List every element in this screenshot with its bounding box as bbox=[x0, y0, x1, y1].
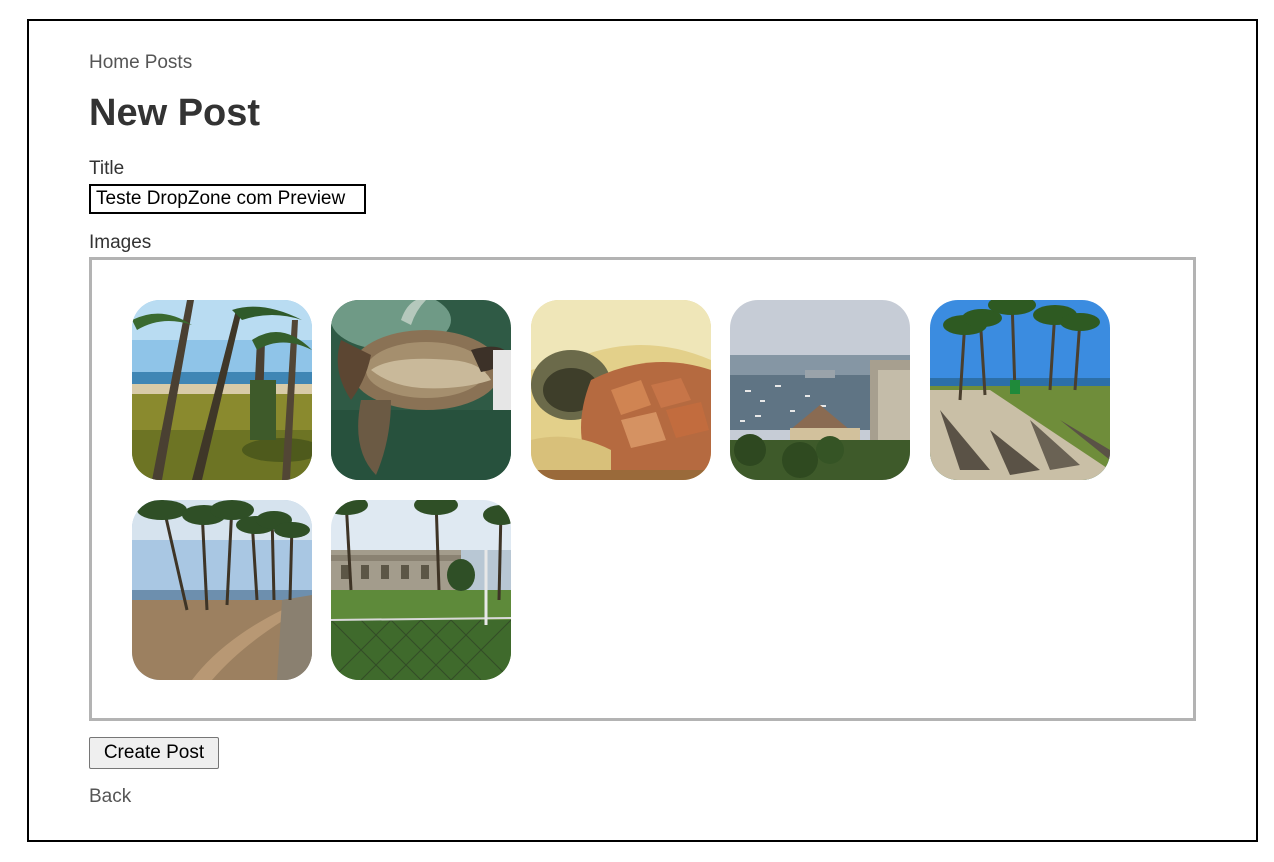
image-preview[interactable] bbox=[930, 300, 1110, 480]
image-preview[interactable] bbox=[730, 300, 910, 480]
image-preview[interactable] bbox=[531, 300, 711, 480]
palm-beach-path-image bbox=[132, 500, 312, 680]
sea-turtle-underwater-image bbox=[331, 300, 511, 480]
image-preview[interactable] bbox=[132, 300, 312, 480]
image-preview[interactable] bbox=[132, 500, 312, 680]
nav-link-home[interactable]: Home bbox=[89, 52, 140, 73]
title-label: Title bbox=[89, 158, 125, 179]
title-input[interactable] bbox=[89, 184, 366, 214]
top-nav: Home Posts bbox=[89, 52, 197, 74]
image-dropzone[interactable] bbox=[89, 257, 1196, 721]
building-lawn-fence-image bbox=[331, 500, 511, 680]
create-post-button[interactable]: Create Post bbox=[89, 737, 219, 769]
nav-link-posts[interactable]: Posts bbox=[145, 52, 193, 73]
page-title: New Post bbox=[89, 92, 261, 134]
image-preview[interactable] bbox=[331, 500, 511, 680]
palm-boardwalk-image bbox=[930, 300, 1110, 480]
back-link[interactable]: Back bbox=[89, 786, 131, 808]
harbor-bay-boats-image bbox=[730, 300, 910, 480]
sea-turtle-shell-closeup-image bbox=[531, 300, 711, 480]
image-preview[interactable] bbox=[331, 300, 511, 480]
beach-palm-trees-image bbox=[132, 300, 312, 480]
images-label: Images bbox=[89, 232, 152, 253]
